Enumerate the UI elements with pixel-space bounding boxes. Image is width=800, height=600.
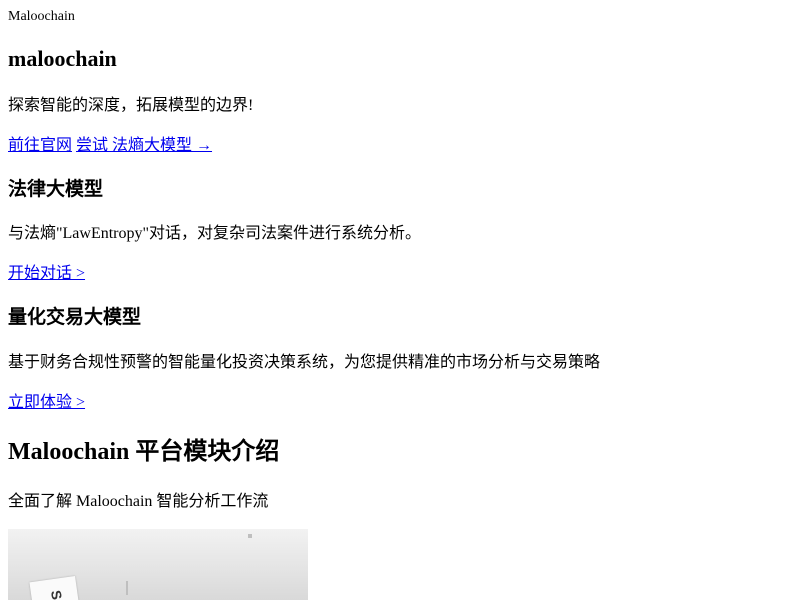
legal-model-description: 与法熵"LawEntropy"对话，对复杂司法案件进行系统分析。 (8, 225, 422, 242)
try-lawentropy-link[interactable]: 尝试 法熵大模型 → (76, 137, 212, 154)
site-brand: Maloochain (8, 9, 75, 24)
modules-overview-image: S (8, 529, 308, 600)
quant-model-description: 基于财务合规性预警的智能量化投资决策系统，为您提供精准的市场分析与交易策略 (8, 354, 601, 371)
official-site-link[interactable]: 前往官网 (8, 137, 72, 154)
modules-title: Maloochain 平台模块介绍 (8, 439, 280, 465)
quant-model-title: 量化交易大模型 (8, 307, 142, 328)
hero-title: maloochain (8, 46, 117, 71)
start-chat-link[interactable]: 开始对话 > (8, 264, 85, 284)
modules-subtitle: 全面了解 Maloochain 智能分析工作流 (8, 493, 269, 510)
hero-tagline: 探索智能的深度，拓展模型的边界! (8, 97, 254, 114)
legal-model-title: 法律大模型 (8, 179, 104, 200)
hero-links: 前往官网 尝试 法熵大模型 → (8, 136, 212, 156)
try-now-link[interactable]: 立即体验 > (8, 393, 85, 413)
image-tick (248, 534, 252, 538)
image-tick (126, 581, 128, 595)
image-card-text: S (47, 589, 66, 600)
